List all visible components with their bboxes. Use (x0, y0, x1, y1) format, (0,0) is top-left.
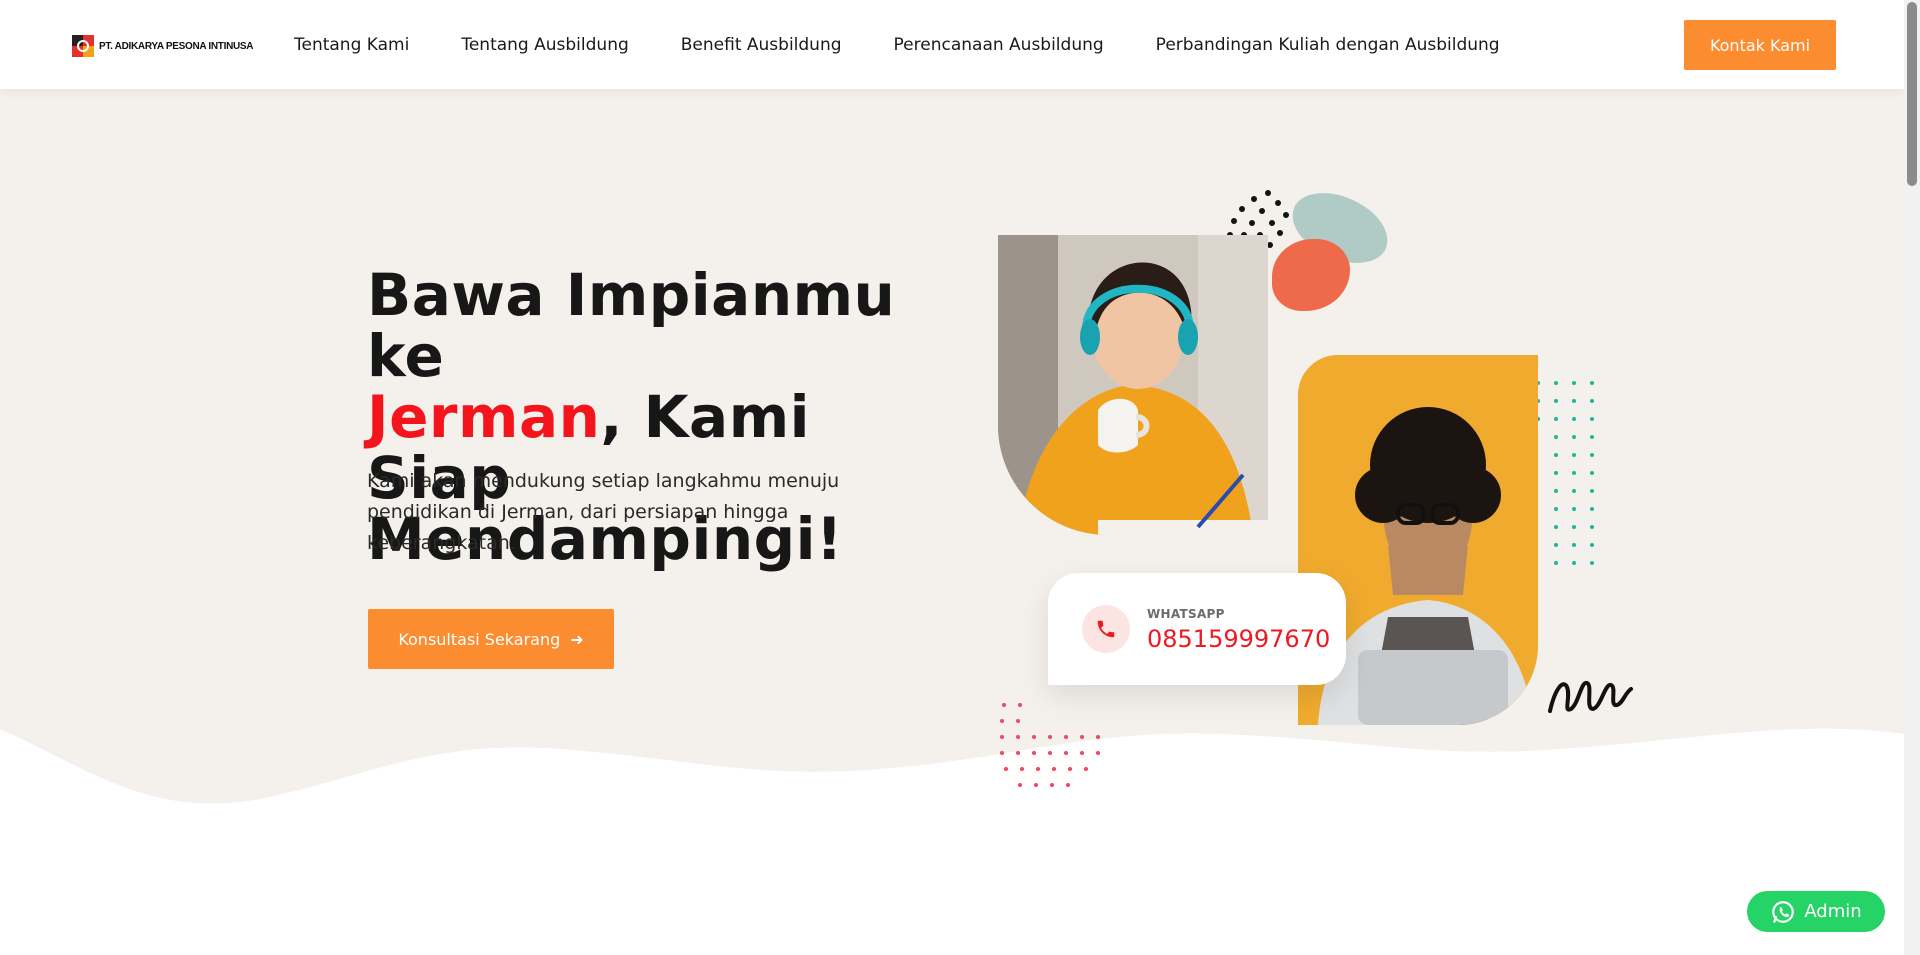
arrow-right-icon: ➜ (570, 629, 584, 649)
wave-divider (0, 728, 1904, 955)
red-dots-decoration (1000, 703, 1100, 787)
student-woman-photo (998, 235, 1268, 535)
logo-text: PT. ADIKARYA PESONA INTINUSA (99, 40, 254, 52)
consult-button[interactable]: Konsultasi Sekarang ➜ (368, 609, 614, 669)
nav-tentang-ausbildung[interactable]: Tentang Ausbildung (461, 35, 628, 55)
phone-icon (1082, 605, 1130, 653)
admin-whatsapp-button[interactable]: Admin (1747, 891, 1885, 932)
nav-perencanaan-ausbildung[interactable]: Perencanaan Ausbildung (894, 35, 1104, 55)
whatsapp-label: WHATSAPP (1147, 607, 1225, 621)
scribble-decoration (1548, 681, 1633, 713)
contact-button[interactable]: Kontak Kami (1684, 20, 1836, 70)
nav-tentang-kami[interactable]: Tentang Kami (294, 35, 409, 55)
nav-perbandingan[interactable]: Perbandingan Kuliah dengan Ausbildung (1156, 35, 1500, 55)
hero-subtext: Kami akan mendukung setiap langkahmu men… (367, 470, 840, 554)
whatsapp-icon (1772, 900, 1795, 923)
whatsapp-number[interactable]: 085159997670 (1147, 625, 1330, 653)
main-nav: Tentang Kami Tentang Ausbildung Benefit … (294, 0, 1500, 89)
headline-highlight: Jerman (367, 383, 601, 451)
whatsapp-contact-card[interactable]: WHATSAPP 085159997670 (1048, 573, 1346, 685)
nav-benefit-ausbildung[interactable]: Benefit Ausbildung (681, 35, 842, 55)
logo-mark-icon (72, 35, 94, 57)
hero-section: Bawa Impianmu ke Jerman, Kami Siap Mendam… (0, 89, 1904, 955)
scrollbar-thumb[interactable] (1907, 2, 1917, 186)
headline-part1: Bawa Impianmu ke (367, 261, 896, 390)
admin-button-label: Admin (1804, 901, 1862, 922)
consult-button-label: Konsultasi Sekarang (398, 629, 561, 649)
company-logo[interactable]: PT. ADIKARYA PESONA INTINUSA (72, 35, 254, 57)
page-scrollbar[interactable] (1904, 0, 1920, 955)
site-header: PT. ADIKARYA PESONA INTINUSA Tentang Kam… (0, 0, 1904, 89)
